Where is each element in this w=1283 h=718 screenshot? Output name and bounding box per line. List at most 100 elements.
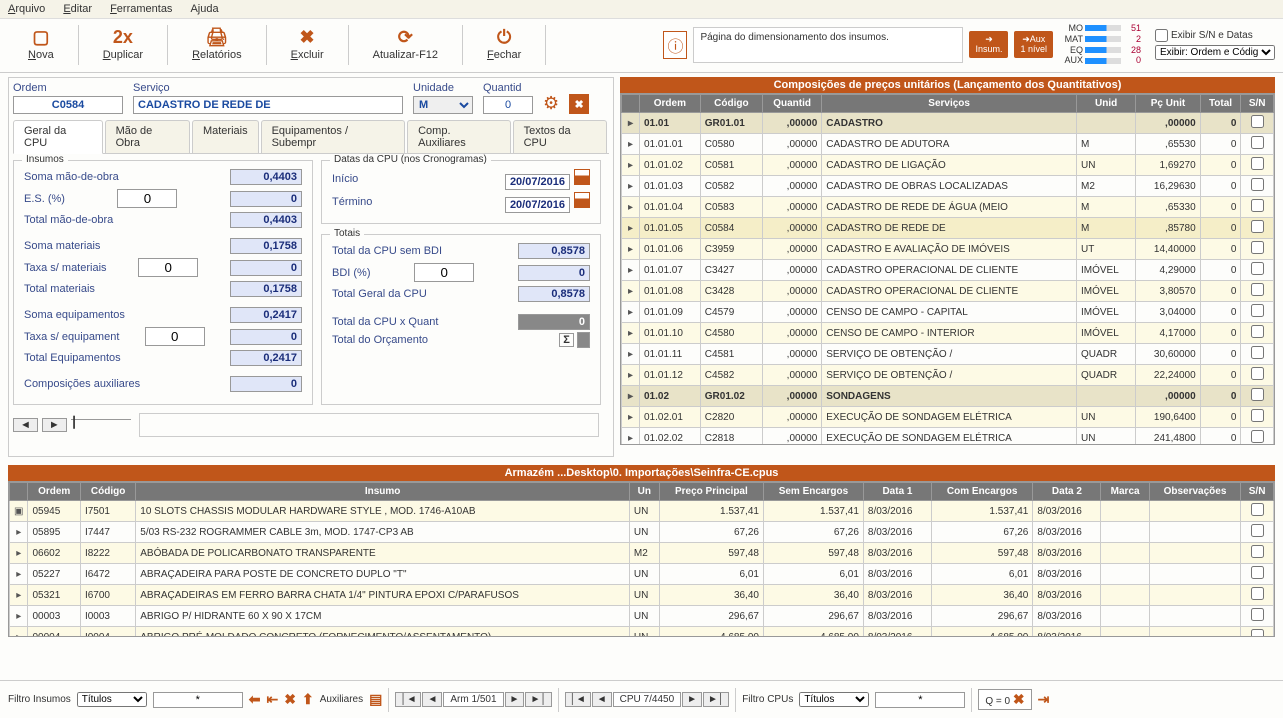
exibir-sn-checkbox[interactable]: Exibir S/N e Datas	[1155, 29, 1275, 42]
nav-next[interactable]: ►	[682, 692, 702, 707]
table-row[interactable]: ▸ 01.01.02C0581,00000 CADASTRO DE LIGAÇÃ…	[622, 155, 1274, 176]
table-row[interactable]: ▸ 01.01.07C3427,00000 CADASTRO OPERACION…	[622, 260, 1274, 281]
table-row[interactable]: ▸ 05895I74475/03 RS-232 ROGRAMMER CABLE …	[10, 522, 1274, 543]
table-row[interactable]: ▸ 00003I0003ABRIGO P/ HIDRANTE 60 X 90 X…	[10, 606, 1274, 627]
x-icon[interactable]: ✖	[284, 691, 296, 708]
excluir-button[interactable]: ✖Excluir	[271, 23, 344, 63]
q0-button[interactable]: Q = 0 ✖	[978, 689, 1031, 710]
cpu-pager: CPU 7/4450	[613, 692, 681, 707]
totais-box: Totais Total da CPU sem BDI0,8578 BDI (%…	[321, 234, 601, 405]
atualizar-button[interactable]: ⟳Atualizar-F12	[353, 23, 458, 63]
es-input[interactable]	[117, 189, 177, 208]
unidade-select[interactable]: M	[413, 96, 473, 114]
taxa-eq-input[interactable]	[145, 327, 205, 346]
goto-icon[interactable]: ⇥	[1038, 691, 1050, 708]
arrow-up-icon[interactable]: ⬆	[302, 691, 314, 708]
servico-label: Serviço	[133, 82, 403, 94]
duplicar-button[interactable]: 2xDuplicar	[83, 23, 163, 63]
slider-left[interactable]: ◄	[13, 418, 38, 432]
info-text: Página do dimensionamento dos insumos.	[693, 27, 963, 63]
comp-panel: Composições de preços unitários (Lançame…	[620, 77, 1275, 457]
unidade-label: Unidade	[413, 82, 473, 94]
tab-2[interactable]: Materiais	[192, 120, 259, 153]
bottom-bar: Filtro Insumos Títulos ⬅ ⇤ ✖ ⬆ Auxiliare…	[0, 680, 1283, 718]
table-row[interactable]: ▸ 01.01.09C4579,00000 CENSO DE CAMPO - C…	[622, 302, 1274, 323]
table-row[interactable]: ▸ 05227I6472ABRAÇADEIRA PARA POSTE DE CO…	[10, 564, 1274, 585]
insum-button[interactable]: ➜Insum.	[969, 31, 1008, 59]
filtro-insumos-label: Filtro Insumos	[8, 694, 71, 705]
report-icon: 🖨	[205, 25, 229, 49]
list-icon[interactable]: ▤	[369, 691, 382, 708]
nova-button[interactable]: ▢Nova	[8, 23, 74, 63]
filtro-cpus-input[interactable]	[875, 692, 965, 708]
slider-right[interactable]: ►	[42, 418, 67, 432]
table-row[interactable]: ▸ 01.02GR01.02,00000 SONDAGENS,00000 0	[622, 386, 1274, 407]
filtro-insumos-input[interactable]	[153, 692, 243, 708]
table-row[interactable]: ▸ 01.01GR01.01,00000 CADASTRO,00000 0	[622, 113, 1274, 134]
table-row[interactable]: ▸ 06602I8222ABÓBADA DE POLICARBONATO TRA…	[10, 543, 1274, 564]
bdi-input[interactable]	[414, 263, 474, 282]
gear-icon[interactable]: ⚙	[543, 93, 559, 114]
relatorios-button[interactable]: 🖨Relatórios	[172, 23, 262, 63]
insumos-box: Insumos Soma mão-de-obra0,4403 E.S. (%)0…	[13, 160, 313, 405]
table-row[interactable]: ▸ 01.01.06C3959,00000 CADASTRO E AVALIAÇ…	[622, 239, 1274, 260]
arrow-left-icon[interactable]: ⬅	[249, 691, 261, 708]
tab-1[interactable]: Mão de Obra	[105, 120, 190, 153]
cpu-tabs: Geral da CPUMão de ObraMateriaisEquipame…	[13, 120, 609, 154]
table-row[interactable]: ▸ 01.01.08C3428,00000 CADASTRO OPERACION…	[622, 281, 1274, 302]
servico-input[interactable]	[133, 96, 403, 114]
nav-next[interactable]: ►	[505, 692, 525, 707]
close-cpu-icon[interactable]: ✖	[569, 94, 589, 114]
table-row[interactable]: ▸ 01.02.01C2820,00000 EXECUÇÃO DE SONDAG…	[622, 407, 1274, 428]
refresh-icon: ⟳	[393, 25, 417, 49]
datas-box: Datas da CPU (nos Cronogramas) Início20/…	[321, 160, 601, 224]
close-icon: ⏻	[492, 25, 516, 49]
comp-grid[interactable]: OrdemCódigoQuantidServiçosUnidPç UnitTot…	[620, 93, 1275, 445]
filtro-cpus-label: Filtro CPUs	[742, 694, 793, 705]
cpu-nav: │◄ ◄ CPU 7/4450 ► ►│	[565, 692, 730, 707]
table-row[interactable]: ▸ 01.01.12C4582,00000 SERVIÇO DE OBTENÇÃ…	[622, 365, 1274, 386]
warehouse-grid[interactable]: OrdemCódigoInsumoUnPreço PrincipalSem En…	[8, 481, 1275, 637]
menu-ferramentas[interactable]: Ferramentas	[110, 3, 172, 15]
table-row[interactable]: ▸ 01.01.11C4581,00000 SERVIÇO DE OBTENÇÃ…	[622, 344, 1274, 365]
aux1-button[interactable]: ➜Aux1 nível	[1014, 31, 1053, 59]
nav-prev[interactable]: ◄	[422, 692, 442, 707]
nav-prev[interactable]: ◄	[592, 692, 612, 707]
taxa-mat-input[interactable]	[138, 258, 198, 277]
ordem-input[interactable]	[13, 96, 123, 114]
table-row[interactable]: ▸ 01.01.10C4580,00000 CENSO DE CAMPO - I…	[622, 323, 1274, 344]
nav-first[interactable]: │◄	[565, 692, 591, 707]
tab-0[interactable]: Geral da CPU	[13, 120, 103, 154]
sum-icon[interactable]: Σ	[559, 333, 574, 347]
tab-5[interactable]: Textos da CPU	[513, 120, 607, 153]
warehouse-title: Armazém ...Desktop\0. Importações\Seinfr…	[8, 465, 1275, 481]
menu-ajuda[interactable]: Ajuda	[190, 3, 218, 15]
table-row[interactable]: ▸ 01.01.03C0582,00000 CADASTRO DE OBRAS …	[622, 176, 1274, 197]
arrow-double-left-icon[interactable]: ⇤	[267, 691, 279, 708]
table-row[interactable]: ▸ 01.02.02C2818,00000 EXECUÇÃO DE SONDAG…	[622, 428, 1274, 446]
menu-arquivo[interactable]: Arquivo	[8, 3, 45, 15]
memo-box[interactable]	[139, 413, 599, 437]
filtro-cpus-select[interactable]: Títulos	[799, 692, 869, 707]
tab-4[interactable]: Comp. Auxiliares	[407, 120, 510, 153]
duplicate-icon: 2x	[111, 25, 135, 49]
table-row[interactable]: ▸ 01.01.05C0584,00000 CADASTRO DE REDE D…	[622, 218, 1274, 239]
quantid-input[interactable]	[483, 96, 533, 114]
info-icon: ⓘ	[663, 31, 687, 59]
table-row[interactable]: ▣ 05945I750110 SLOTS CHASSIS MODULAR HAR…	[10, 501, 1274, 522]
calendar-icon[interactable]	[574, 192, 590, 208]
table-row[interactable]: ▸ 01.01.04C0583,00000 CADASTRO DE REDE D…	[622, 197, 1274, 218]
table-row[interactable]: ▸ 05321I6700ABRAÇADEIRAS EM FERRO BARRA …	[10, 585, 1274, 606]
tab-3[interactable]: Equipamentos / Subempr	[261, 120, 406, 153]
calendar-icon[interactable]	[574, 169, 590, 185]
nav-first[interactable]: │◄	[395, 692, 421, 707]
nav-last[interactable]: ►│	[525, 692, 551, 707]
table-row[interactable]: ▸ 01.01.01C0580,00000 CADASTRO DE ADUTOR…	[622, 134, 1274, 155]
comp-title: Composições de preços unitários (Lançame…	[620, 77, 1275, 93]
exibir-select[interactable]: Exibir: Ordem e Código	[1155, 45, 1275, 60]
nav-last[interactable]: ►│	[703, 692, 729, 707]
menu-editar[interactable]: Editar	[63, 3, 92, 15]
table-row[interactable]: ▸ 00004I0004ABRIGO PRÉ-MOLDADO CONCRETO …	[10, 627, 1274, 638]
filtro-insumos-select[interactable]: Títulos	[77, 692, 147, 707]
fechar-button[interactable]: ⏻Fechar	[467, 23, 541, 63]
